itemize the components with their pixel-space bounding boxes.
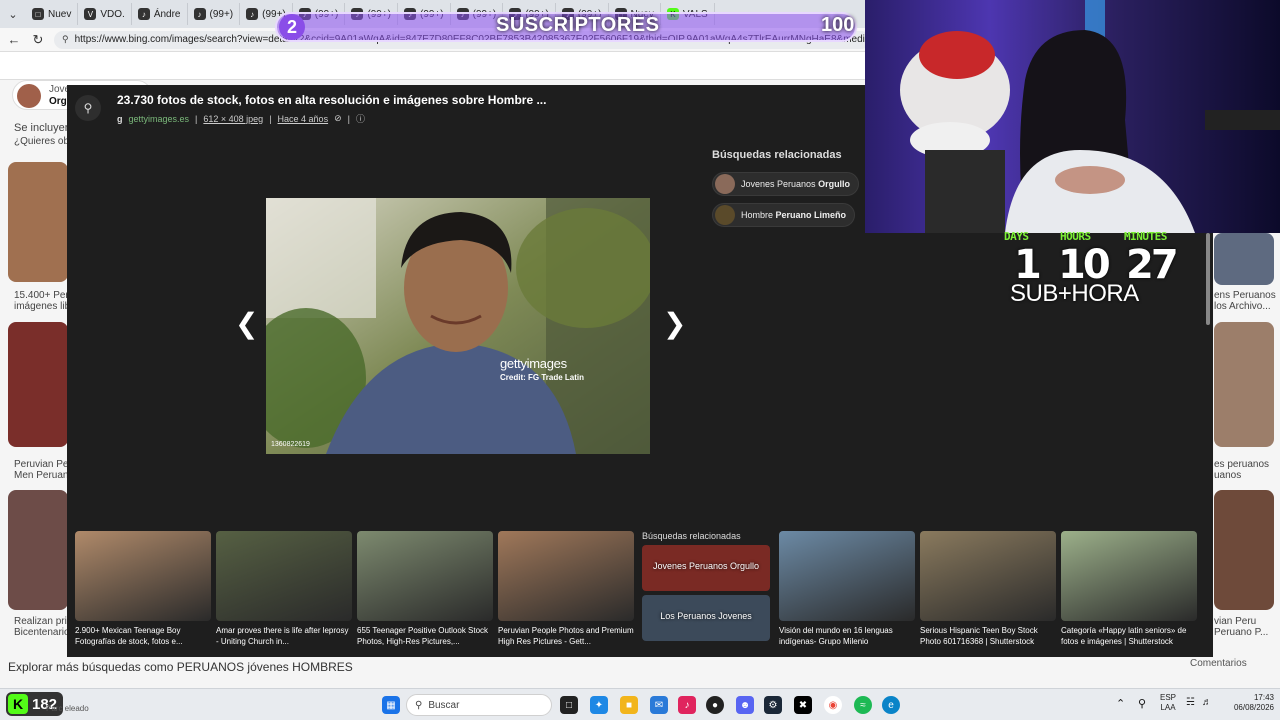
volume-icon[interactable]: ♬ bbox=[1202, 698, 1212, 708]
browser-tab[interactable]: ♪ Ándre bbox=[132, 3, 188, 25]
avatar bbox=[715, 205, 735, 225]
tiktok-icon: ♪ bbox=[246, 8, 259, 20]
subscriber-count: 2 bbox=[279, 14, 305, 40]
strip-thumbnail bbox=[779, 531, 915, 621]
avatar bbox=[17, 84, 41, 108]
webcam-overlay bbox=[865, 0, 1280, 233]
license-icon[interactable]: ⊘ bbox=[334, 113, 342, 124]
strip-thumbnail bbox=[1061, 531, 1197, 621]
browser-tab[interactable]: V VDO. bbox=[78, 3, 132, 25]
photo-credit: Credit: FG Trade Latin bbox=[500, 373, 585, 382]
refresh-icon[interactable]: ↻ bbox=[30, 32, 46, 48]
result-thumbnail[interactable] bbox=[8, 162, 68, 282]
strip-thumbnail bbox=[498, 531, 634, 621]
explore-more-searches[interactable]: Explorar más búsquedas como PERUANOS jóv… bbox=[8, 660, 353, 674]
chrome-icon[interactable]: ◉ bbox=[824, 696, 842, 714]
image-id: 1360822619 bbox=[271, 441, 310, 448]
comments-link[interactable]: Comentarios bbox=[1190, 658, 1247, 669]
result-thumbnail[interactable] bbox=[8, 322, 68, 447]
strip-item[interactable]: 655 Teenager Positive Outlook Stock Phot… bbox=[357, 531, 493, 647]
sub-hora-label: SUB+HORA bbox=[1010, 280, 1139, 307]
strip-item[interactable]: Categoría «Happy latin seniors» de fotos… bbox=[1061, 531, 1197, 651]
strip-item[interactable]: Serious Hispanic Teen Boy Stock Photo 60… bbox=[920, 531, 1056, 647]
file-explorer-icon[interactable]: ■ bbox=[620, 696, 638, 714]
thumbnail-strip: 2.900+ Mexican Teenage Boy Fotografías d… bbox=[75, 531, 1205, 655]
windows-start-icon[interactable]: ▦ bbox=[382, 696, 400, 714]
bing-tabs-row bbox=[0, 52, 870, 80]
next-arrow-icon[interactable]: ❯ bbox=[663, 307, 686, 340]
main-photo bbox=[266, 198, 650, 454]
tiktok-icon: ♪ bbox=[193, 8, 206, 20]
tray-overflow-icon[interactable]: ⌃ bbox=[1116, 697, 1125, 710]
visual-search-icon[interactable]: ⚲ bbox=[75, 95, 101, 121]
related-search-chip[interactable]: Hombre Peruano Limeño bbox=[712, 203, 856, 227]
strip-thumbnail bbox=[357, 531, 493, 621]
result-thumbnail[interactable] bbox=[1214, 233, 1274, 285]
strip-thumbnail bbox=[75, 531, 211, 621]
discord-icon[interactable]: ☻ bbox=[736, 696, 754, 714]
task-view-icon[interactable]: □ bbox=[560, 696, 578, 714]
steam-icon[interactable]: ⚙ bbox=[764, 696, 782, 714]
tiktok-icon: ♪ bbox=[137, 8, 150, 20]
related-search-chip[interactable]: Jovenes Peruanos Orgullo bbox=[712, 172, 860, 196]
kick-icon: K bbox=[8, 694, 28, 714]
mail-icon[interactable]: ✉ bbox=[650, 696, 668, 714]
strip-item[interactable]: 2.900+ Mexican Teenage Boy Fotografías d… bbox=[75, 531, 211, 647]
image-meta: g gettyimages.es | 612 × 408 jpeg | Hace… bbox=[117, 112, 365, 125]
input-language[interactable]: ESP LAA bbox=[1160, 693, 1176, 713]
related-search-tile[interactable]: Jovenes Peruanos Orgullo bbox=[642, 545, 770, 591]
obs-icon[interactable]: ● bbox=[706, 696, 724, 714]
avatar bbox=[715, 174, 735, 194]
getty-watermark: gettyimages bbox=[500, 356, 567, 371]
image-title[interactable]: 23.730 fotos de stock, fotos en alta res… bbox=[117, 93, 546, 107]
page-scrollbar[interactable] bbox=[1206, 233, 1210, 325]
strip-item[interactable]: Peruvian People Photos and Premium High … bbox=[498, 531, 634, 647]
related-search-tile[interactable]: Los Peruanos Jovenes bbox=[642, 595, 770, 641]
browser-tab[interactable]: ♪(99+) bbox=[188, 3, 241, 25]
image-dimensions[interactable]: 612 × 408 jpeg bbox=[203, 114, 263, 124]
related-searches-heading: Búsquedas relacionadas bbox=[712, 149, 842, 161]
webcam-feed bbox=[865, 0, 1280, 233]
result-thumbnail[interactable] bbox=[8, 490, 68, 610]
tiktok-app-icon[interactable]: ♪ bbox=[678, 696, 696, 714]
image-source[interactable]: gettyimages.es bbox=[129, 114, 190, 124]
back-arrow-icon[interactable]: ← bbox=[6, 32, 22, 48]
tab-actions-menu-icon[interactable]: ⌄ bbox=[0, 0, 26, 28]
copilot-icon[interactable]: ✦ bbox=[590, 696, 608, 714]
browser-tab[interactable]: □Nuev bbox=[26, 3, 79, 25]
subscriber-label: SUSCRIPTORES bbox=[496, 14, 660, 36]
clock[interactable]: 17:43 06/08/2026 bbox=[1222, 693, 1274, 713]
info-icon[interactable]: ⓘ bbox=[356, 112, 365, 125]
getty-favicon-icon: g bbox=[117, 113, 123, 124]
taskbar-weather-text: Parc eleado bbox=[46, 704, 89, 713]
page-icon: □ bbox=[32, 8, 44, 20]
strip-item[interactable]: Visión del mundo en 16 lenguas indígenas… bbox=[779, 531, 915, 647]
result-thumbnail[interactable] bbox=[1214, 322, 1274, 447]
result-thumbnail[interactable] bbox=[1214, 490, 1274, 610]
vdo-icon: V bbox=[84, 8, 97, 20]
previous-arrow-icon[interactable]: ❮ bbox=[235, 307, 258, 340]
microphone-icon[interactable]: ⚲ bbox=[1138, 697, 1146, 710]
lock-icon: ⚲ bbox=[62, 34, 69, 44]
edge-icon[interactable]: e bbox=[882, 696, 900, 714]
subathon-timer: DAYS HOURS MINUTES 1 10 27 SUB+HORA bbox=[1000, 230, 1180, 310]
taskbar-search[interactable]: ⚲ Buscar bbox=[406, 694, 552, 716]
subscriber-goal: 100 bbox=[821, 14, 855, 36]
strip-related-searches: Búsquedas relacionadas Jovenes Peruanos … bbox=[642, 531, 772, 645]
capcut-icon[interactable]: ✖ bbox=[794, 696, 812, 714]
strip-thumbnail bbox=[920, 531, 1056, 621]
spotify-icon[interactable]: ≈ bbox=[854, 696, 872, 714]
windows-taskbar: ▦ ⚲ Buscar □ ✦ ■ ✉ ♪ ● ☻ ⚙ ✖ ◉ ≈ e ⌃ ⚲ bbox=[0, 688, 1280, 720]
network-icon[interactable]: ☵ bbox=[1186, 698, 1195, 708]
image-age[interactable]: Hace 4 años bbox=[278, 114, 329, 124]
main-image[interactable]: gettyimages Credit: FG Trade Latin 13608… bbox=[266, 198, 650, 454]
search-icon: ⚲ bbox=[415, 699, 423, 711]
strip-item[interactable]: Amar proves there is life after leprosy … bbox=[216, 531, 352, 647]
strip-thumbnail bbox=[216, 531, 352, 621]
